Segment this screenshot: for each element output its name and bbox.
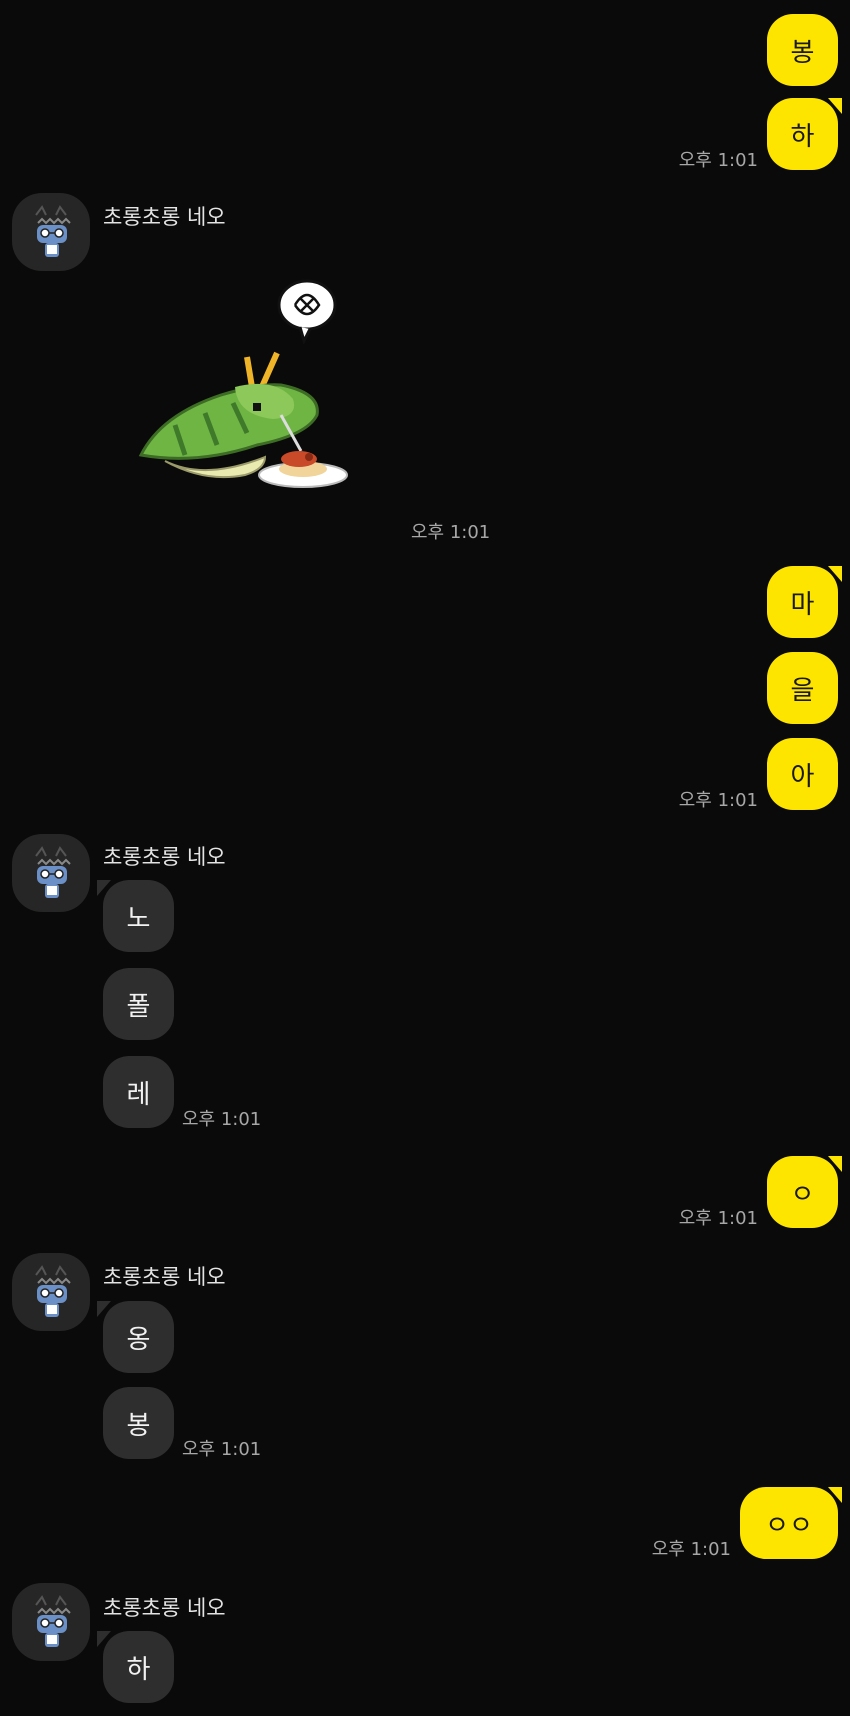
- neo-character-icon: [35, 1596, 71, 1648]
- partner-avatar[interactable]: [12, 1583, 90, 1661]
- message-timestamp: 오후 1:01: [411, 522, 491, 543]
- partner-message-bubble[interactable]: 폴: [103, 968, 174, 1040]
- my-message-bubble[interactable]: 봉: [767, 14, 838, 86]
- partner-message-bubble[interactable]: 노: [97, 880, 174, 952]
- message-timestamp: 오후 1:01: [182, 1439, 262, 1460]
- partner-name: 초롱초롱 네오: [103, 205, 226, 229]
- my-message-bubble[interactable]: 하: [767, 98, 842, 170]
- partner-message-bubble[interactable]: 봉: [103, 1387, 174, 1459]
- message-timestamp: 오후 1:01: [182, 1109, 262, 1130]
- partner-name: 초롱초롱 네오: [103, 1265, 226, 1289]
- message-timestamp: 오후 1:01: [678, 790, 758, 811]
- message-text: 봉: [126, 1410, 151, 1441]
- message-text: 봉: [790, 37, 815, 68]
- message-timestamp: 오후 1:01: [651, 1539, 731, 1560]
- my-message-bubble[interactable]: 마: [767, 566, 842, 638]
- my-message-bubble[interactable]: ㅇ: [767, 1156, 842, 1228]
- my-message-bubble[interactable]: 아: [767, 738, 838, 810]
- message-text: 하: [126, 1654, 151, 1685]
- message-text: 마: [790, 589, 815, 620]
- partner-name: 초롱초롱 네오: [103, 1596, 226, 1620]
- message-text: 옹: [126, 1324, 151, 1355]
- message-text: 레: [126, 1079, 151, 1110]
- partner-name: 초롱초롱 네오: [103, 845, 226, 869]
- caterpillar-spaghetti-sticker-icon[interactable]: [135, 275, 375, 509]
- message-text: 노: [126, 903, 151, 934]
- neo-character-icon: [35, 1266, 71, 1318]
- message-text: 폴: [126, 991, 151, 1022]
- message-text: 하: [790, 121, 815, 152]
- partner-avatar[interactable]: [12, 834, 90, 912]
- message-text: 을: [790, 675, 815, 706]
- my-message-bubble[interactable]: ㅇㅇ: [740, 1487, 842, 1559]
- message-text: 아: [790, 761, 815, 792]
- partner-message-bubble[interactable]: 옹: [97, 1301, 174, 1373]
- partner-message-bubble[interactable]: 레: [103, 1056, 174, 1128]
- my-message-bubble[interactable]: 을: [767, 652, 838, 724]
- message-text: ㅇㅇ: [765, 1510, 813, 1541]
- partner-avatar[interactable]: [12, 193, 90, 271]
- message-timestamp: 오후 1:01: [678, 150, 758, 171]
- partner-avatar[interactable]: [12, 1253, 90, 1331]
- neo-character-icon: [35, 206, 71, 258]
- message-text: ㅇ: [790, 1179, 815, 1210]
- neo-character-icon: [35, 847, 71, 899]
- message-timestamp: 오후 1:01: [678, 1208, 758, 1229]
- partner-message-bubble[interactable]: 하: [97, 1631, 174, 1703]
